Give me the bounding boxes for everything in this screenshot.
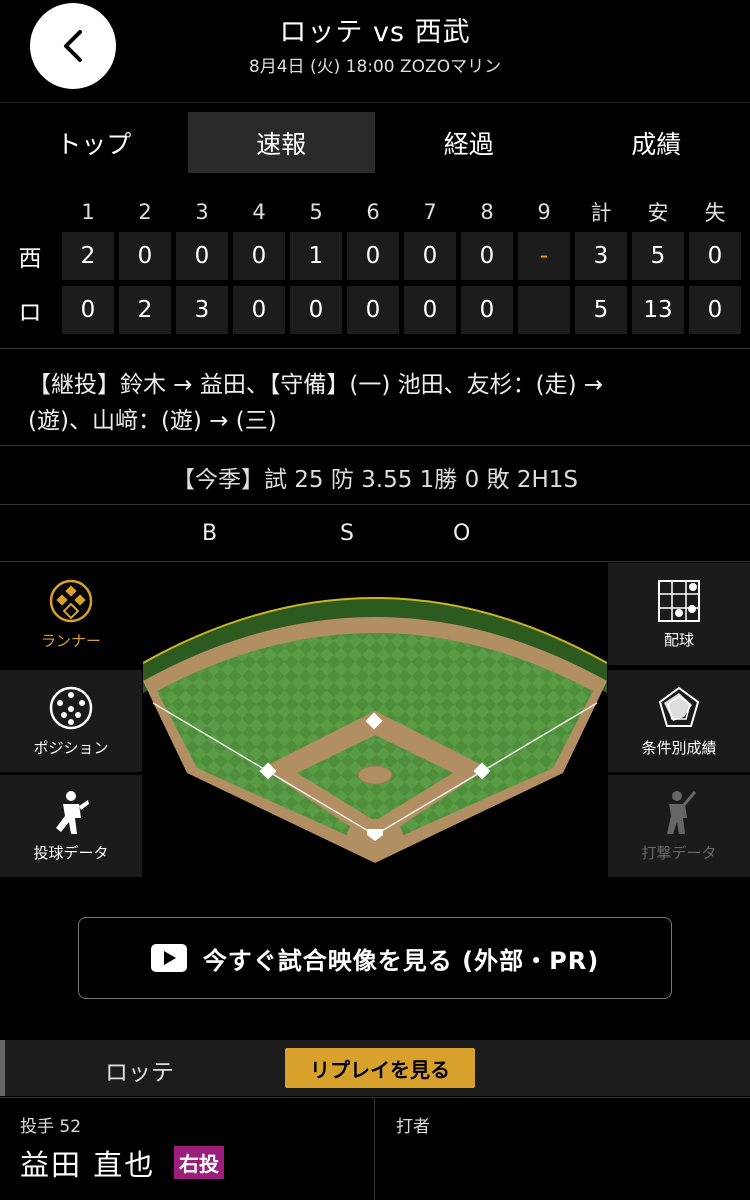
position-button[interactable]: ポジション	[0, 670, 142, 772]
batter-role: 打者	[396, 1117, 430, 1137]
inning-header: 失	[704, 201, 726, 225]
matchup: 投手 52 益田 直也 右投 打者	[0, 1097, 750, 1200]
play-icon	[150, 944, 187, 972]
score-cell: 2	[62, 232, 114, 280]
score-cell: 0	[290, 286, 342, 334]
score-cell: 0	[461, 286, 513, 334]
runner-diamond-icon	[49, 579, 93, 622]
pitcher-panel[interactable]: 投手 52 益田 直也 右投	[0, 1098, 375, 1200]
tab-stats[interactable]: 成績	[563, 112, 750, 173]
position-label: ポジション	[33, 738, 109, 757]
score-cell: 0	[119, 232, 171, 280]
score-cell: 0	[176, 232, 228, 280]
notes-line: 【継投】鈴木 → 益田、【守備】(一) 池田、友杉：(走) →	[28, 372, 604, 398]
throwing-hand-badge: 右投	[174, 1146, 224, 1179]
tab-live[interactable]: 速報	[187, 112, 375, 173]
score-cell: 1	[290, 232, 342, 280]
batter-icon	[667, 790, 697, 834]
scoreboard-row: ロ 0 2 3 0 0 0 0 0 5 13 0	[0, 286, 750, 334]
score-cell: 0	[347, 286, 399, 334]
team-abbr: 西	[18, 246, 42, 272]
score-cell: 3	[176, 286, 228, 334]
ball-label: B	[202, 521, 218, 546]
inning-header: 安	[647, 201, 669, 225]
score-cell: 0	[689, 286, 741, 334]
score-cell: 0	[461, 232, 513, 280]
inning-header: 7	[423, 200, 437, 224]
pitcher-role: 投手 52	[20, 1117, 82, 1137]
runner-label: ランナー	[40, 631, 101, 650]
game-subtitle: 8月4日 (火) 18:00 ZOZOマリン	[248, 57, 502, 77]
score-cell: 5	[575, 286, 627, 334]
watch-video-button[interactable]: 今すぐ試合映像を見る (外部・PR)	[78, 917, 672, 999]
score-cell: 0	[62, 286, 114, 334]
score-cell: 0	[347, 232, 399, 280]
radar-chart-icon	[658, 686, 700, 727]
team-bar: ロッテ リプレイを見る	[0, 1040, 750, 1096]
replay-button[interactable]: リプレイを見る	[285, 1048, 475, 1088]
pitching-data-label: 投球データ	[33, 843, 109, 862]
watch-video-label: 今すぐ試合映像を見る (外部・PR)	[202, 946, 600, 975]
inning-header: 9	[537, 200, 551, 224]
score-cell: 0	[404, 232, 456, 280]
season-stats: 【今季】試 25 防 3.55 1勝 0 敗 2H1S	[0, 450, 750, 505]
strike-zone-icon	[658, 579, 700, 622]
score-cell: 3	[575, 232, 627, 280]
batting-data-button[interactable]: 打撃データ	[608, 775, 750, 877]
score-cell: 0	[233, 232, 285, 280]
score-cell: 13	[632, 286, 684, 334]
strike-label: S	[340, 521, 354, 546]
score-cell: 5	[632, 232, 684, 280]
runner-button[interactable]: ランナー	[0, 563, 142, 665]
score-cell: 0	[689, 232, 741, 280]
game-title: ロッテ vs 西武	[279, 17, 471, 48]
conditional-stats-button[interactable]: 条件別成績	[608, 670, 750, 772]
substitution-notes: 【継投】鈴木 → 益田、【守備】(一) 池田、友杉：(走) → (遊)、山﨑：(…	[0, 348, 750, 446]
score-cell	[518, 286, 570, 334]
inning-header: 2	[138, 200, 152, 224]
tab-bar: トップ 速報 経過 成績	[0, 112, 750, 173]
inning-header: 1	[81, 200, 95, 224]
scoreboard-row: 西 20001000-350	[0, 232, 750, 280]
inning-header: 8	[480, 200, 494, 224]
batter-panel[interactable]: 打者	[376, 1098, 750, 1200]
position-icon	[49, 686, 93, 729]
score-cell: -	[518, 232, 570, 280]
baseball-field	[142, 563, 608, 875]
tab-progress[interactable]: 経過	[375, 112, 563, 173]
pitcher-name: 益田 直也	[20, 1148, 156, 1182]
pitch-chart-button[interactable]: 配球	[608, 563, 750, 665]
score-cell: 0	[233, 286, 285, 334]
out-label: O	[453, 521, 471, 546]
batting-data-label: 打撃データ	[641, 843, 717, 862]
conditional-stats-label: 条件別成績	[641, 738, 717, 757]
pitcher-icon	[56, 790, 89, 834]
inning-header: 5	[309, 200, 323, 224]
pitch-chart-label: 配球	[663, 630, 694, 649]
score-cell: 2	[119, 286, 171, 334]
inning-header: 計	[590, 201, 612, 225]
inning-header: 4	[252, 200, 266, 224]
inning-header: 3	[195, 200, 209, 224]
scoreboard-header: 1 2 3 4 5 6 7 8 9 計 安 失	[0, 195, 750, 229]
score-cell: 0	[404, 286, 456, 334]
tab-top[interactable]: トップ	[0, 112, 188, 173]
pitching-data-button[interactable]: 投球データ	[0, 775, 142, 877]
header: ロッテ vs 西武 8月4日 (火) 18:00 ZOZOマリン	[0, 0, 750, 103]
batting-team: ロッテ	[105, 1060, 174, 1086]
field-diagram	[142, 597, 608, 863]
inning-header: 6	[366, 200, 380, 224]
notes-line: (遊)、山﨑：(遊) → (三)	[28, 408, 277, 434]
bso-count: B S O	[0, 508, 750, 562]
team-abbr: ロ	[18, 300, 42, 326]
